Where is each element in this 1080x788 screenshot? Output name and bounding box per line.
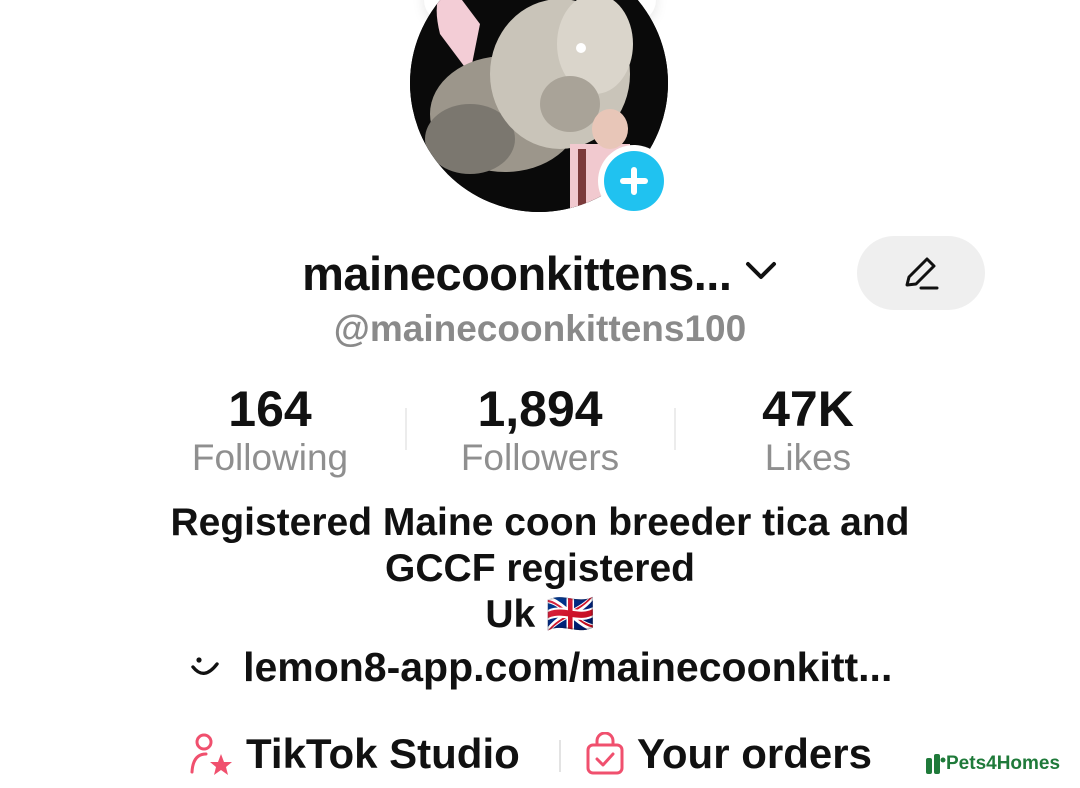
action-row: TikTok Studio Your orders: [0, 726, 1080, 786]
followers-label: Followers: [460, 437, 620, 478]
bio-line: Registered Maine coon breeder tica and: [170, 501, 910, 544]
bio-line: Uk 🇬🇧: [485, 593, 595, 636]
stat-likes[interactable]: 47K Likes: [678, 380, 938, 478]
bio-link[interactable]: lemon8-app.com/mainecoonkitt...: [243, 644, 892, 690]
smile-icon: [190, 657, 219, 675]
watermark: Pets4Homes: [924, 752, 1060, 776]
following-count: 164: [228, 381, 312, 437]
plus-icon: [620, 167, 648, 195]
pencil-icon: [905, 257, 939, 290]
your-orders-button[interactable]: Your orders: [585, 730, 872, 778]
action-separator: [559, 740, 561, 772]
person-star-icon: [190, 733, 232, 775]
likes-count: 47K: [762, 381, 854, 437]
shopping-bag-icon: [586, 732, 624, 775]
followers-count: 1,894: [477, 381, 603, 437]
bio-line: GCCF registered: [385, 547, 695, 590]
tiktok-studio-button[interactable]: TikTok Studio: [190, 730, 520, 778]
username-handle: @mainecoonkittens100: [333, 308, 747, 349]
tiktok-studio-label: TikTok Studio: [246, 730, 520, 777]
add-story-button[interactable]: [598, 145, 670, 217]
paw-logo-icon: [926, 754, 946, 774]
stat-following[interactable]: 164 Following: [140, 380, 400, 478]
following-label: Following: [191, 437, 349, 478]
bio: Registered Maine coon breeder tica and G…: [0, 500, 1080, 638]
likes-label: Likes: [764, 437, 852, 478]
avatar-container: [410, 0, 670, 217]
stat-divider: [405, 408, 407, 450]
edit-profile-button[interactable]: [857, 236, 985, 310]
chevron-down-icon[interactable]: [744, 260, 778, 287]
display-name[interactable]: mainecoonkittens...: [302, 246, 732, 301]
watermark-text: Pets4Homes: [946, 753, 1061, 774]
stat-followers[interactable]: 1,894 Followers: [410, 380, 670, 478]
bio-link-row: lemon8-app.com/mainecoonkitt...: [0, 644, 1080, 691]
your-orders-label: Your orders: [637, 730, 872, 777]
stat-divider: [674, 408, 676, 450]
